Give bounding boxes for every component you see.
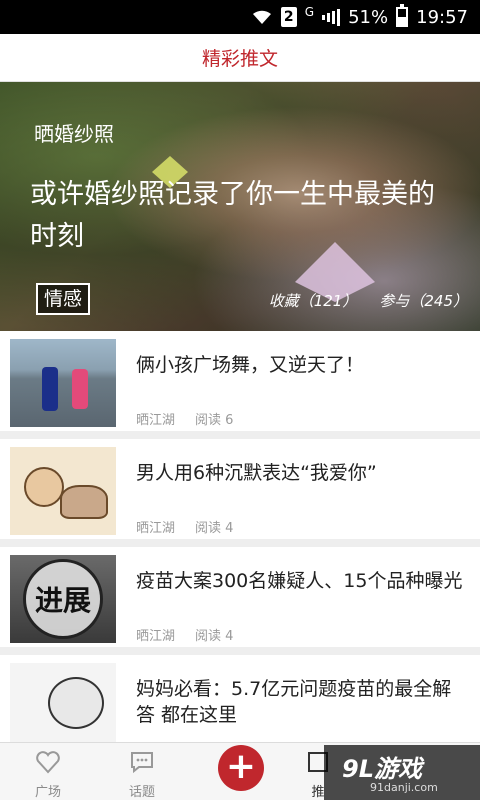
battery-percent: 51% bbox=[348, 6, 389, 28]
signal-icon bbox=[322, 8, 341, 26]
tab-label: 话题 bbox=[128, 785, 155, 800]
article-title: 妈妈必看：5.7亿元问题疫苗的最全解答 都在这里 bbox=[136, 678, 452, 726]
article-author: 晒江湖 bbox=[136, 521, 176, 536]
heart-icon bbox=[36, 751, 60, 774]
article-thumbnail bbox=[10, 339, 116, 427]
article-author: 晒江湖 bbox=[136, 629, 176, 644]
article-title: 疫苗大案300名嫌疑人、15个品种曝光 bbox=[136, 570, 463, 592]
page-title: 精彩推文 bbox=[201, 48, 278, 70]
article-title: 男人用6种沉默表达“我爱你” bbox=[136, 462, 377, 484]
article-thumbnail: 进展 bbox=[10, 555, 116, 643]
article-reads: 阅读 4 bbox=[195, 629, 234, 644]
tab-label: 广场 bbox=[34, 785, 61, 800]
article-author: 晒江湖 bbox=[136, 413, 176, 428]
clock: 19:57 bbox=[416, 6, 468, 28]
battery-icon bbox=[396, 4, 409, 27]
hero-tag: 晒婚纱照 bbox=[34, 122, 114, 146]
list-item[interactable]: 进展 疫苗大案300名嫌疑人、15个品种曝光 晒江湖 阅读 4 bbox=[0, 547, 480, 655]
hero-banner[interactable]: 晒婚纱照 或许婚纱照记录了你一生中最美的时刻 情感 收藏（121） 参与（245… bbox=[0, 82, 480, 331]
app-header: 精彩推文 bbox=[0, 34, 480, 82]
thumbnail-text: 进展 bbox=[23, 559, 103, 639]
watermark-url: 91danji.com bbox=[370, 781, 438, 794]
article-reads: 阅读 4 bbox=[195, 521, 234, 536]
list-item[interactable]: 男人用6种沉默表达“我爱你” 晒江湖 阅读 4 bbox=[0, 439, 480, 547]
add-post-button[interactable]: + bbox=[218, 745, 264, 791]
status-bar: 2 G 51% 19:57 bbox=[0, 0, 480, 34]
site-watermark: 9L游戏 91danji.com bbox=[324, 745, 480, 800]
watermark-brand: 9L游戏 bbox=[342, 755, 422, 783]
hero-headline: 或许婚纱照记录了你一生中最美的时刻 bbox=[30, 179, 435, 252]
article-list: 俩小孩广场舞，又逆天了！ 晒江湖 阅读 6 男人用6种沉默表达“我爱你” 晒江湖… bbox=[0, 331, 480, 763]
sim-badge: 2 bbox=[280, 7, 297, 27]
article-reads: 阅读 6 bbox=[195, 413, 234, 428]
list-item[interactable]: 俩小孩广场舞，又逆天了！ 晒江湖 阅读 6 bbox=[0, 331, 480, 439]
tab-topics[interactable]: 话题 bbox=[112, 749, 172, 800]
tab-plaza[interactable]: 广场 bbox=[18, 749, 78, 800]
article-thumbnail bbox=[10, 447, 116, 535]
article-title: 俩小孩广场舞，又逆天了！ bbox=[136, 354, 365, 376]
network-type: G bbox=[304, 5, 315, 19]
wifi-icon bbox=[251, 8, 273, 26]
chat-bubble-icon bbox=[131, 752, 153, 774]
article-thumbnail bbox=[10, 663, 116, 751]
hero-category-badge[interactable]: 情感 bbox=[36, 283, 91, 315]
favorites-count[interactable]: 收藏（121） bbox=[269, 290, 358, 311]
participants-count[interactable]: 参与（245） bbox=[379, 290, 468, 311]
hero-stats: 收藏（121） 参与（245） bbox=[269, 290, 468, 311]
